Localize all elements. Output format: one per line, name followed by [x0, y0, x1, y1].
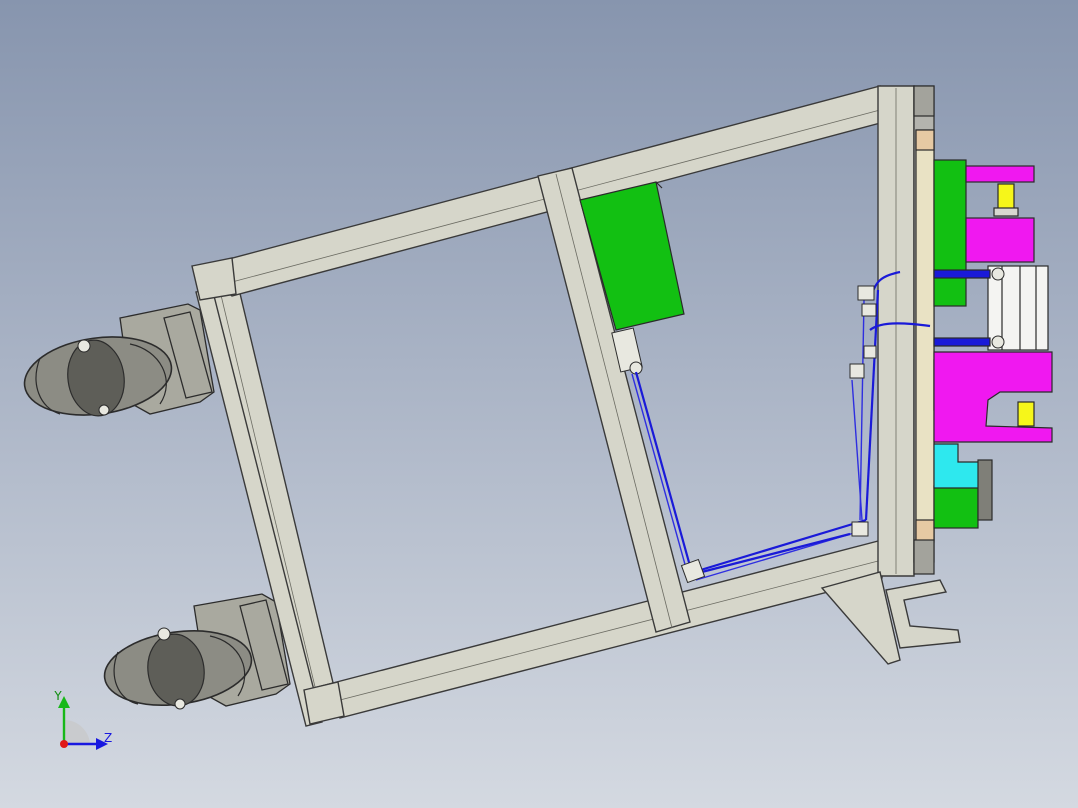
caster-wheel-bottom[interactable]	[100, 593, 291, 714]
cart-assembly-model[interactable]: Y Z	[0, 0, 1078, 808]
cart-frame[interactable]	[191, 85, 961, 727]
fixture-plate[interactable]	[913, 85, 935, 575]
cad-viewport[interactable]: Y Z	[0, 0, 1078, 808]
hose-fittings	[680, 285, 877, 584]
coordinate-triad-icon: Y Z	[53, 689, 112, 750]
axis-y-label: Y	[53, 689, 62, 703]
caster-wheel-top[interactable]	[19, 303, 215, 424]
magenta-clamp-lower[interactable]	[933, 351, 1053, 443]
magenta-clamp-upper[interactable]	[965, 165, 1035, 263]
axis-z-label: Z	[104, 731, 112, 745]
